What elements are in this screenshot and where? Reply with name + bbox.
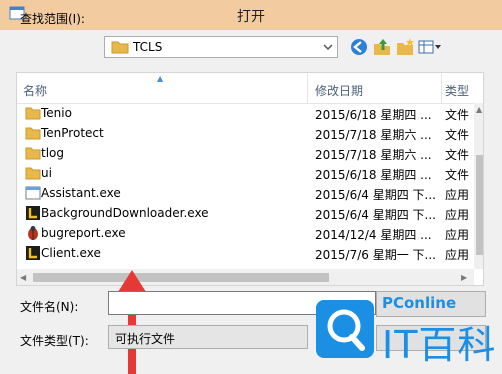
folder-icon [25, 127, 41, 140]
file-type: 应用 [445, 208, 470, 222]
exe-icon [25, 186, 41, 200]
pconline-watermark: PConline IT百科 [316, 292, 502, 374]
folder-icon [111, 41, 129, 54]
list-header: ▲ 名称 修改日期 类型 [17, 73, 483, 104]
scroll-right-icon[interactable]: ▶ [461, 273, 467, 282]
brand-large: IT百科 [382, 323, 497, 367]
file-name: bugreport.exe [41, 226, 126, 240]
file-type: 文件 [445, 128, 470, 142]
horizontal-scrollbar[interactable]: ◀ ▶ [17, 269, 474, 285]
list-item[interactable]: TenProtect 2015/7/18 星期六 ... 文件 [17, 123, 469, 143]
file-type: 应用 [445, 188, 470, 202]
open-file-dialog: 打开 查找范围(I): TCLS ▲ 名称 修改日期 类型 Tenio 2015… [0, 0, 502, 374]
file-date: 2015/7/6 星期一 下... [315, 248, 436, 262]
file-type: 文件 [445, 108, 470, 122]
file-date: 2015/7/18 星期六 ... [315, 148, 432, 162]
column-header-name[interactable]: 名称 [23, 82, 47, 99]
file-date: 2015/6/4 星期四 下... [315, 188, 436, 202]
bug-icon [28, 226, 38, 240]
vertical-scrollbar[interactable]: ▲ [474, 103, 483, 269]
app-l-icon [26, 246, 40, 260]
list-item[interactable]: Client.exe 2015/7/6 星期一 下... 应用 [17, 243, 469, 263]
column-divider[interactable] [441, 73, 442, 103]
scroll-up-icon[interactable]: ▲ [476, 105, 482, 114]
file-name: Tenio [41, 106, 72, 120]
file-name: TenProtect [41, 126, 104, 140]
red-annotation-arrow-icon [118, 270, 146, 374]
file-name: ui [41, 166, 52, 180]
list-item[interactable]: Tenio 2015/6/18 星期四 ... 文件 [17, 103, 469, 123]
up-folder-icon[interactable] [372, 37, 392, 57]
file-name: BackgroundDownloader.exe [41, 206, 209, 220]
filetype-selected: 可执行文件 [115, 332, 176, 346]
file-type: 应用 [445, 228, 470, 242]
file-name: Client.exe [41, 246, 101, 260]
scroll-left-icon[interactable]: ◀ [20, 273, 26, 282]
file-date: 2015/7/18 星期六 ... [315, 128, 432, 142]
file-type: 应用 [445, 248, 470, 262]
new-folder-icon[interactable] [395, 37, 415, 57]
list-item[interactable]: Assistant.exe 2015/6/4 星期四 下... 应用 [17, 183, 469, 203]
file-date: 2015/6/18 星期四 ... [315, 168, 432, 182]
view-menu-icon[interactable] [418, 37, 442, 57]
list-item[interactable]: tlog 2015/7/18 星期六 ... 文件 [17, 143, 469, 163]
vertical-scroll-thumb[interactable] [476, 155, 483, 255]
folder-icon [25, 167, 41, 180]
column-header-date[interactable]: 修改日期 [315, 82, 363, 99]
magnifier-logo-icon [316, 300, 374, 358]
sort-ascending-icon: ▲ [157, 74, 164, 83]
folder-icon [25, 147, 41, 160]
brand-small: PConline [382, 294, 457, 312]
file-name: tlog [41, 146, 64, 160]
file-list[interactable]: ▲ 名称 修改日期 类型 Tenio 2015/6/18 星期四 ... 文件 … [16, 72, 484, 286]
file-date: 2015/6/4 星期四 下... [315, 208, 436, 222]
file-name: Assistant.exe [41, 186, 121, 200]
column-header-type[interactable]: 类型 [445, 82, 469, 99]
file-date: 2014/12/4 星期四 ... [315, 228, 432, 242]
file-type: 文件 [445, 148, 470, 162]
close-button[interactable] [470, 0, 502, 22]
list-item[interactable]: BackgroundDownloader.exe 2015/6/4 星期四 下.… [17, 203, 469, 223]
column-divider[interactable] [307, 73, 308, 103]
back-icon[interactable] [349, 37, 369, 57]
chevron-down-icon [323, 44, 333, 51]
look-in-label: 查找范围(I): [20, 12, 85, 26]
app-l-icon [26, 206, 40, 220]
list-item[interactable]: ui 2015/6/18 星期四 ... 文件 [17, 163, 469, 183]
file-type: 文件 [445, 168, 470, 182]
folder-icon [25, 107, 41, 120]
horizontal-scroll-thumb[interactable] [33, 273, 329, 282]
filename-label: 文件名(N): [20, 300, 79, 314]
list-item[interactable]: bugreport.exe 2014/12/4 星期四 ... 应用 [17, 223, 469, 243]
filetype-select[interactable]: 可执行文件 [108, 325, 308, 349]
current-folder-name: TCLS [133, 40, 163, 54]
filetype-label: 文件类型(T): [20, 334, 89, 348]
look-in-combobox[interactable]: TCLS [104, 36, 338, 58]
file-date: 2015/6/18 星期四 ... [315, 108, 432, 122]
